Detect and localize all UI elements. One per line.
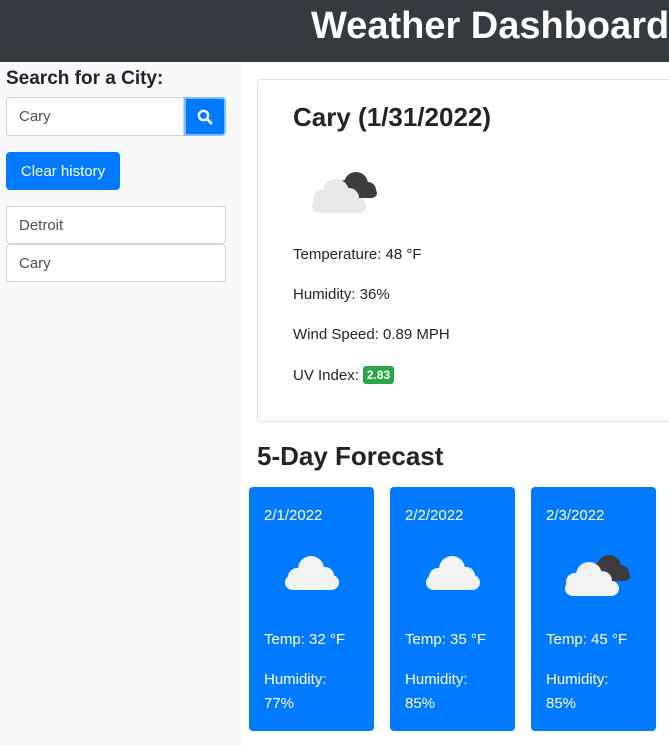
- forecast-heading: 5-Day Forecast: [257, 441, 444, 471]
- forecast-card: 2/3/2022 Temp: 45 °F Humidity: 85%: [531, 487, 656, 731]
- city-search-input[interactable]: [6, 97, 184, 136]
- forecast-date: 2/1/2022: [264, 507, 323, 524]
- forecast-temp: Temp: 35 °F: [405, 631, 487, 648]
- current-wind-speed: Wind Speed: 0.89 MPH: [293, 326, 450, 343]
- forecast-card: 2/2/2022 Temp: 35 °F Humidity: 85%: [390, 487, 515, 731]
- history-item-cary[interactable]: Cary: [6, 244, 226, 282]
- clear-history-button[interactable]: Clear history: [6, 152, 120, 190]
- forecast-date: 2/2/2022: [405, 507, 464, 524]
- history-item-detroit[interactable]: Detroit: [6, 206, 226, 244]
- navbar: Weather Dashboard: [0, 0, 669, 62]
- current-weather-card: Cary (1/31/2022) Temperature: 48 °F Humi…: [257, 79, 669, 422]
- broken-clouds-icon: [312, 172, 377, 213]
- forecast-humidity-value: 85%: [405, 695, 436, 712]
- current-humidity: Humidity: 36%: [293, 286, 390, 303]
- current-temperature: Temperature: 48 °F: [293, 246, 422, 263]
- uv-index-label: UV Index:: [293, 367, 359, 384]
- forecast-humidity-value: 77%: [264, 695, 295, 712]
- forecast-humidity-label: Humidity:: [405, 671, 468, 688]
- current-city-title: Cary (1/31/2022): [293, 102, 492, 132]
- uv-index-badge: 2.83: [362, 366, 395, 384]
- forecast-humidity-label: Humidity:: [546, 671, 609, 688]
- current-uv-index: UV Index: 2.83: [293, 366, 395, 384]
- forecast-humidity-label: Humidity:: [264, 671, 327, 688]
- forecast-temp: Temp: 32 °F: [264, 631, 346, 648]
- sidebar: Search for a City: Clear history Detroit…: [0, 62, 241, 745]
- cloud-icon: [426, 556, 480, 590]
- forecast-humidity-value: 85%: [546, 695, 577, 712]
- search-icon: [197, 109, 213, 124]
- forecast-card: 2/1/2022 Temp: 32 °F Humidity: 77%: [249, 487, 374, 731]
- search-label: Search for a City:: [6, 68, 164, 89]
- forecast-temp: Temp: 45 °F: [546, 631, 628, 648]
- page-title: Weather Dashboard: [311, 5, 669, 47]
- forecast-date: 2/3/2022: [546, 507, 605, 524]
- search-button[interactable]: [184, 97, 226, 136]
- cloud-icon: [285, 556, 339, 590]
- broken-clouds-icon: [565, 555, 630, 596]
